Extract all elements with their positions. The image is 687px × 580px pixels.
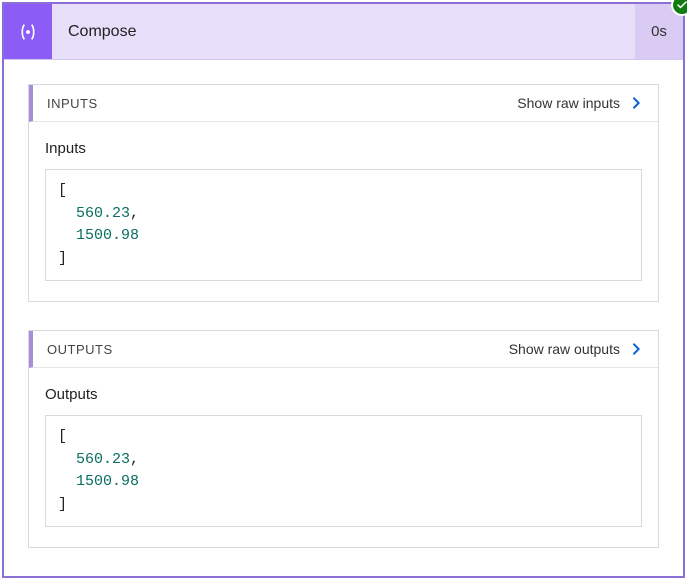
outputs-code-box: [ 560.23, 1500.98 ] [45, 415, 642, 527]
outputs-sub-label: Outputs [45, 386, 642, 403]
show-raw-outputs-label: Show raw outputs [509, 341, 620, 357]
inputs-value-0: 560.23 [76, 205, 130, 222]
outputs-section: OUTPUTS Show raw outputs Outputs [ 560.2… [28, 330, 659, 548]
inputs-value-1: 1500.98 [76, 227, 139, 244]
chevron-right-icon [628, 95, 644, 111]
inputs-section: INPUTS Show raw inputs Inputs [ 560.23, … [28, 84, 659, 302]
inputs-section-body: Inputs [ 560.23, 1500.98 ] [29, 122, 658, 301]
show-raw-inputs-label: Show raw inputs [517, 95, 620, 111]
chevron-right-icon [628, 341, 644, 357]
inputs-section-header: INPUTS Show raw inputs [29, 85, 658, 122]
compose-action-card: Compose 0s INPUTS Show raw inputs Inputs… [2, 2, 685, 578]
card-title: Compose [52, 4, 635, 59]
card-header[interactable]: Compose 0s [4, 4, 683, 60]
card-body: INPUTS Show raw inputs Inputs [ 560.23, … [4, 60, 683, 576]
show-raw-inputs-button[interactable]: Show raw inputs [517, 95, 644, 111]
inputs-sub-label: Inputs [45, 140, 642, 157]
outputs-header-label: OUTPUTS [47, 342, 113, 357]
outputs-value-1: 1500.98 [76, 473, 139, 490]
outputs-section-body: Outputs [ 560.23, 1500.98 ] [29, 368, 658, 547]
outputs-section-header: OUTPUTS Show raw outputs [29, 331, 658, 368]
outputs-value-0: 560.23 [76, 451, 130, 468]
inputs-code-box: [ 560.23, 1500.98 ] [45, 169, 642, 281]
inputs-header-label: INPUTS [47, 96, 98, 111]
compose-icon [4, 4, 52, 59]
check-icon [676, 0, 687, 11]
show-raw-outputs-button[interactable]: Show raw outputs [509, 341, 644, 357]
